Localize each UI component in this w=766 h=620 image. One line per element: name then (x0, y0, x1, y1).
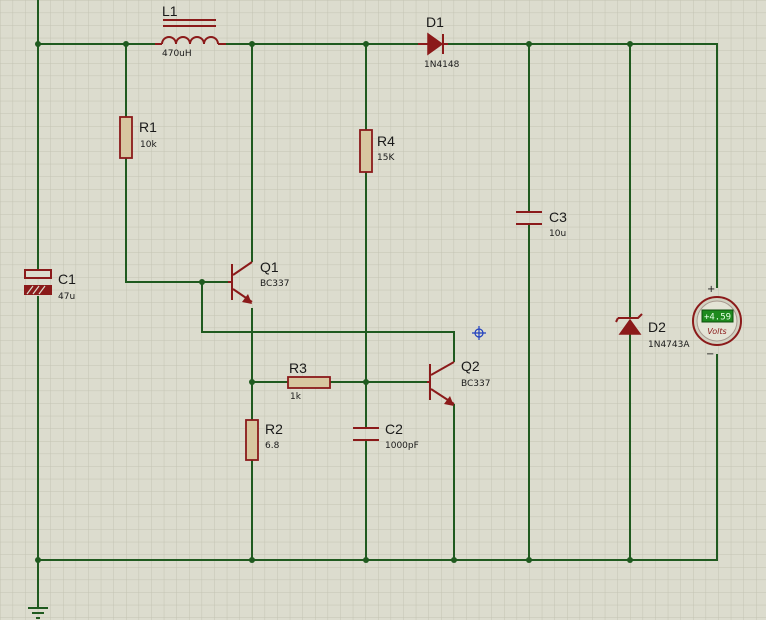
voltmeter-reading: +4.59 (704, 313, 731, 323)
c1-ref: C1 (58, 271, 76, 287)
d2-value: 1N4743A (648, 340, 690, 350)
r4-ref: R4 (377, 133, 395, 149)
c1-value: 47u (58, 292, 75, 302)
r4-value: 15K (377, 153, 395, 163)
r3-ref: R3 (289, 360, 307, 376)
r1-ref: R1 (139, 119, 157, 135)
voltmeter-plus: + (707, 284, 715, 295)
grid (0, 0, 766, 620)
voltmeter-minus: − (706, 349, 714, 360)
d2-ref: D2 (648, 319, 666, 335)
r2-value: 6.8 (265, 441, 280, 451)
schematic-canvas: L1 470uH D1 1N4148 R1 10k R4 15K C3 10u … (0, 0, 766, 620)
c2-ref: C2 (385, 421, 403, 437)
r3-value: 1k (290, 392, 302, 402)
l1-value: 470uH (162, 49, 192, 59)
l1-ref: L1 (162, 3, 178, 19)
q1-value: BC337 (260, 279, 289, 289)
c2-value: 1000pF (385, 441, 419, 451)
c3-ref: C3 (549, 209, 567, 225)
q2-value: BC337 (461, 379, 490, 389)
c3-value: 10u (549, 229, 566, 239)
voltmeter-unit: Volts (707, 327, 726, 336)
d1-ref: D1 (426, 14, 444, 30)
d1-value: 1N4148 (424, 60, 460, 70)
q1-ref: Q1 (260, 259, 279, 275)
r1-value: 10k (140, 140, 157, 150)
q2-ref: Q2 (461, 358, 480, 374)
r2-ref: R2 (265, 421, 283, 437)
